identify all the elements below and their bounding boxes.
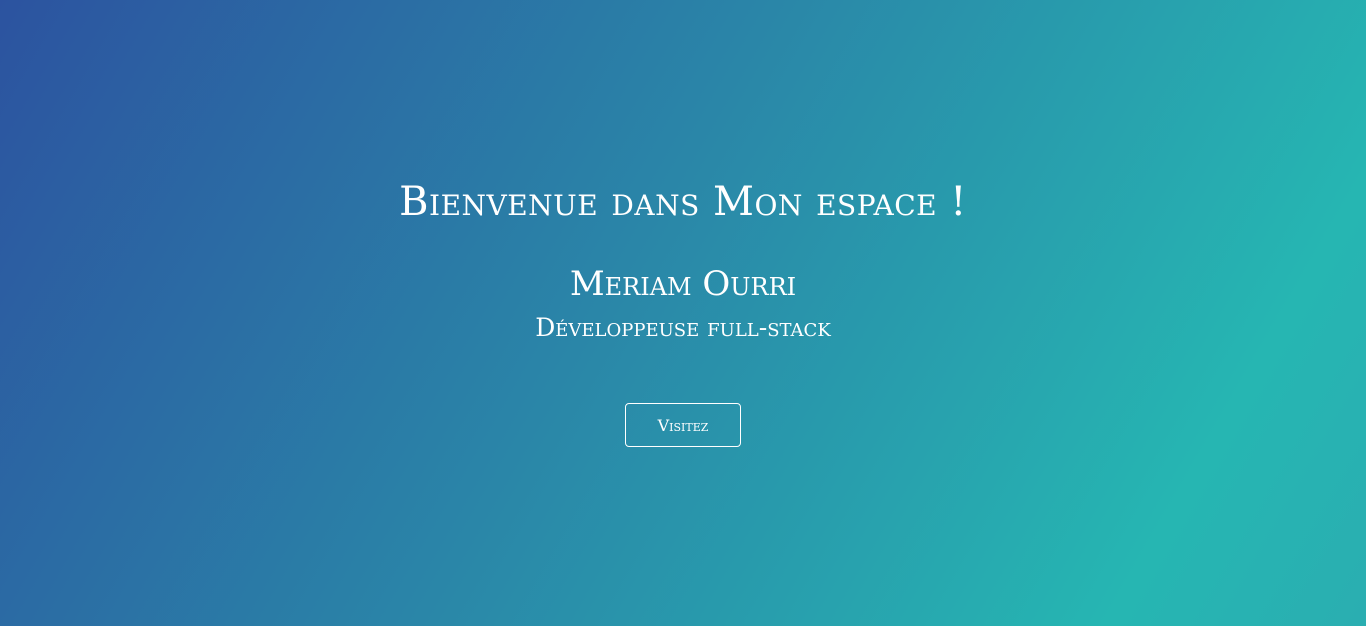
hero-section: Bienvenue dans Mon espace ! Meriam Ourri… xyxy=(0,0,1366,626)
developer-role: Développeuse full-stack xyxy=(535,313,831,342)
developer-name: Meriam Ourri xyxy=(569,264,797,304)
welcome-headline: Bienvenue dans Mon espace ! xyxy=(399,179,967,225)
visit-button[interactable]: Visitez xyxy=(625,403,741,447)
